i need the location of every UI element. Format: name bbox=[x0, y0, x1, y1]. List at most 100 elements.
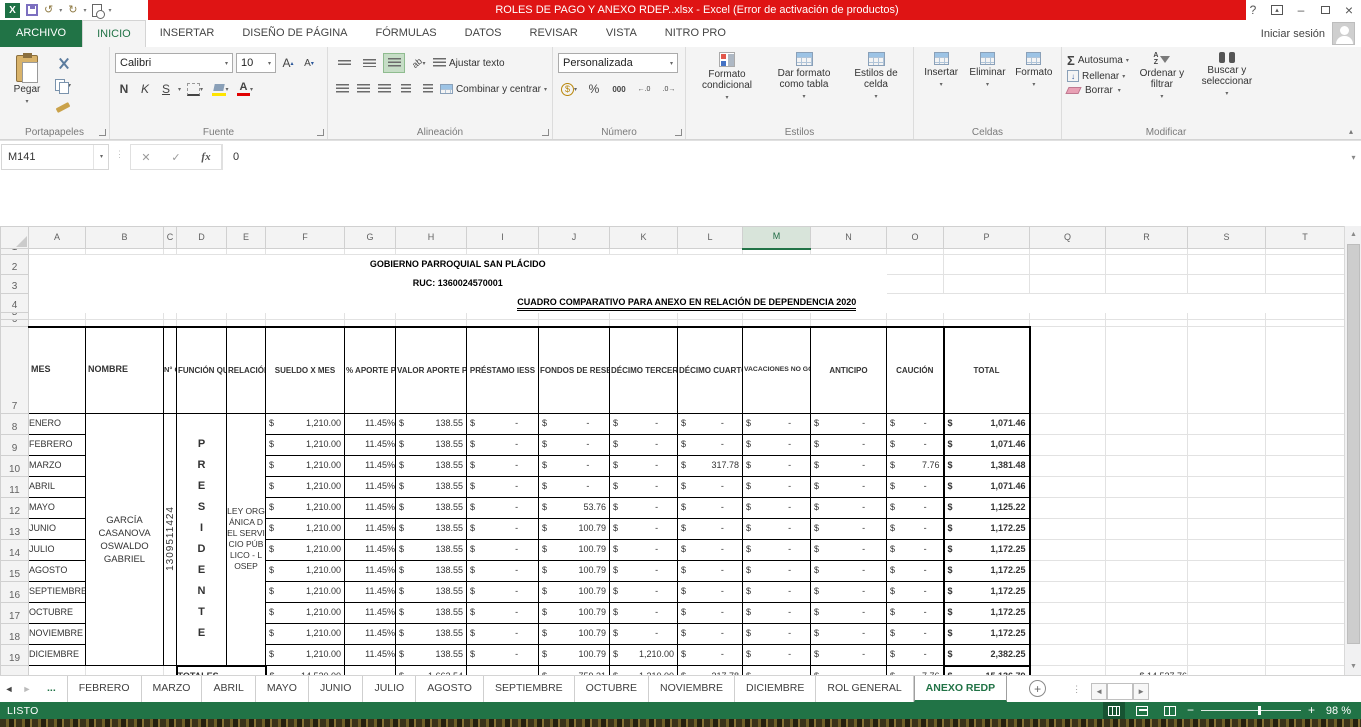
cell-L15[interactable]: $- bbox=[678, 561, 743, 582]
row-header-2[interactable]: 2 bbox=[1, 255, 29, 275]
cell-H16[interactable]: $138.55 bbox=[396, 582, 467, 603]
cell-H17[interactable]: $138.55 bbox=[396, 603, 467, 624]
cell-L11[interactable]: $- bbox=[678, 477, 743, 498]
cell-S3[interactable] bbox=[1188, 275, 1266, 294]
cell-F8[interactable]: $1,210.00 bbox=[266, 414, 345, 435]
cell-M20[interactable]: $- bbox=[743, 666, 811, 676]
cell-empty[interactable] bbox=[29, 320, 86, 327]
align-bottom-button[interactable] bbox=[383, 53, 405, 73]
paste-button[interactable]: Pegar ▾ bbox=[5, 53, 49, 110]
cell-S19[interactable] bbox=[1188, 645, 1266, 666]
cell-empty[interactable] bbox=[86, 313, 164, 320]
cell-empty[interactable] bbox=[29, 313, 86, 320]
cell-H11[interactable]: $138.55 bbox=[396, 477, 467, 498]
cell-G8[interactable]: 11.45% bbox=[345, 414, 396, 435]
cell-P3[interactable] bbox=[944, 275, 1030, 294]
cell-L12[interactable]: $- bbox=[678, 498, 743, 519]
cell-N13[interactable]: $- bbox=[811, 519, 887, 540]
zoom-out-icon[interactable]: − bbox=[1187, 702, 1194, 719]
cell-H14[interactable]: $138.55 bbox=[396, 540, 467, 561]
align-top-button[interactable] bbox=[333, 53, 355, 73]
cell-N20[interactable]: $- bbox=[811, 666, 887, 676]
find-select-button[interactable]: Buscar y seleccionar▾ bbox=[1195, 50, 1259, 125]
cell-cedula[interactable]: 1309511424 bbox=[164, 414, 177, 666]
ribbon-tab-revisar[interactable]: REVISAR bbox=[516, 20, 592, 47]
cell-empty[interactable] bbox=[266, 313, 345, 320]
user-avatar[interactable] bbox=[1332, 22, 1355, 45]
ribbon-tab-datos[interactable]: DATOS bbox=[451, 20, 516, 47]
cell-A19[interactable]: DICIEMBRE bbox=[29, 645, 86, 666]
cell-R18[interactable] bbox=[1106, 624, 1188, 645]
cell-P17[interactable]: $1,172.25 bbox=[944, 603, 1030, 624]
autosum-button[interactable]: ΣAutosuma▾ bbox=[1067, 54, 1129, 67]
table-header-D7[interactable]: FUNCIÓN QUE DESEMPEÑA bbox=[177, 327, 227, 414]
cell-G10[interactable]: 11.45% bbox=[345, 456, 396, 477]
cell-S7[interactable] bbox=[1188, 327, 1266, 414]
cell-empty[interactable] bbox=[227, 320, 266, 327]
row-header-9[interactable]: 9 bbox=[1, 435, 29, 456]
cell-Q12[interactable] bbox=[1030, 498, 1106, 519]
sheet-tab-anexo-redp[interactable]: ANEXO REDP bbox=[914, 676, 1007, 702]
cell-S10[interactable] bbox=[1188, 456, 1266, 477]
fill-button[interactable]: ↓Rellenar▾ bbox=[1067, 70, 1129, 82]
column-header-S[interactable]: S bbox=[1188, 227, 1266, 249]
borders-button[interactable]: ▾ bbox=[184, 79, 206, 99]
column-header-P[interactable]: P bbox=[944, 227, 1030, 249]
cell-Q19[interactable] bbox=[1030, 645, 1106, 666]
cell-O11[interactable]: $- bbox=[887, 477, 944, 498]
cell-I8[interactable]: $- bbox=[467, 414, 539, 435]
cell-N19[interactable]: $- bbox=[811, 645, 887, 666]
cell-S15[interactable] bbox=[1188, 561, 1266, 582]
cell-O10[interactable]: $7.76 bbox=[887, 456, 944, 477]
ribbon-tab-vista[interactable]: VISTA bbox=[592, 20, 651, 47]
cell-I19[interactable]: $- bbox=[467, 645, 539, 666]
cell-F9[interactable]: $1,210.00 bbox=[266, 435, 345, 456]
cell-T12[interactable] bbox=[1266, 498, 1345, 519]
zoom-slider-thumb[interactable] bbox=[1258, 706, 1261, 715]
cell-L17[interactable]: $- bbox=[678, 603, 743, 624]
column-header-J[interactable]: J bbox=[539, 227, 610, 249]
cell-R7[interactable] bbox=[1106, 327, 1188, 414]
cell-M18[interactable]: $- bbox=[743, 624, 811, 645]
table-header-M7[interactable]: VACACIONES NO GOZADAS POR CESACIÒN DE FU… bbox=[743, 327, 811, 414]
cell-empty[interactable] bbox=[678, 320, 743, 327]
cell-F12[interactable]: $1,210.00 bbox=[266, 498, 345, 519]
cell-S9[interactable] bbox=[1188, 435, 1266, 456]
sheet-tab-diciembre[interactable]: DICIEMBRE bbox=[735, 676, 816, 702]
cell-S2[interactable] bbox=[1188, 255, 1266, 275]
cell-F14[interactable]: $1,210.00 bbox=[266, 540, 345, 561]
cell-J11[interactable]: $- bbox=[539, 477, 610, 498]
cell-I18[interactable]: $- bbox=[467, 624, 539, 645]
copy-button[interactable]: ▾ bbox=[52, 75, 74, 95]
cell-A14[interactable]: JULIO bbox=[29, 540, 86, 561]
cell-S20[interactable] bbox=[1188, 666, 1266, 676]
cell-I14[interactable]: $- bbox=[467, 540, 539, 561]
cell-T17[interactable] bbox=[1266, 603, 1345, 624]
scroll-down-icon[interactable]: ▼ bbox=[1345, 658, 1361, 675]
cell-J12[interactable]: $53.76 bbox=[539, 498, 610, 519]
cell-G19[interactable]: 11.45% bbox=[345, 645, 396, 666]
row-header-15[interactable]: 15 bbox=[1, 561, 29, 582]
cell-M10[interactable]: $- bbox=[743, 456, 811, 477]
cell-title-1[interactable]: GOBIERNO PARROQUIAL SAN PLÁCIDO bbox=[29, 255, 887, 275]
cell-N11[interactable]: $- bbox=[811, 477, 887, 498]
cell-T20[interactable] bbox=[1266, 666, 1345, 676]
help-icon[interactable]: ? bbox=[1241, 0, 1265, 20]
sheet-tab-septiembre[interactable]: SEPTIEMBRE bbox=[484, 676, 575, 702]
table-header-G7[interactable]: % APORTE PERSONAL bbox=[345, 327, 396, 414]
cell-O13[interactable]: $- bbox=[887, 519, 944, 540]
cell-P11[interactable]: $1,071.46 bbox=[944, 477, 1030, 498]
cell-R9[interactable] bbox=[1106, 435, 1188, 456]
cell-S8[interactable] bbox=[1188, 414, 1266, 435]
font-size-select[interactable]: 10▾ bbox=[236, 53, 276, 73]
cell-empty[interactable] bbox=[1106, 313, 1188, 320]
formula-bar-expand-icon[interactable]: ▾ bbox=[1346, 144, 1361, 170]
cell-empty[interactable] bbox=[944, 313, 1030, 320]
cell-A18[interactable]: NOVIEMBRE bbox=[29, 624, 86, 645]
cell-K18[interactable]: $- bbox=[610, 624, 678, 645]
print-preview-icon[interactable] bbox=[92, 4, 102, 17]
cell-empty[interactable] bbox=[345, 313, 396, 320]
cell-R11[interactable] bbox=[1106, 477, 1188, 498]
cell-M15[interactable]: $- bbox=[743, 561, 811, 582]
format-painter-button[interactable] bbox=[52, 97, 74, 117]
